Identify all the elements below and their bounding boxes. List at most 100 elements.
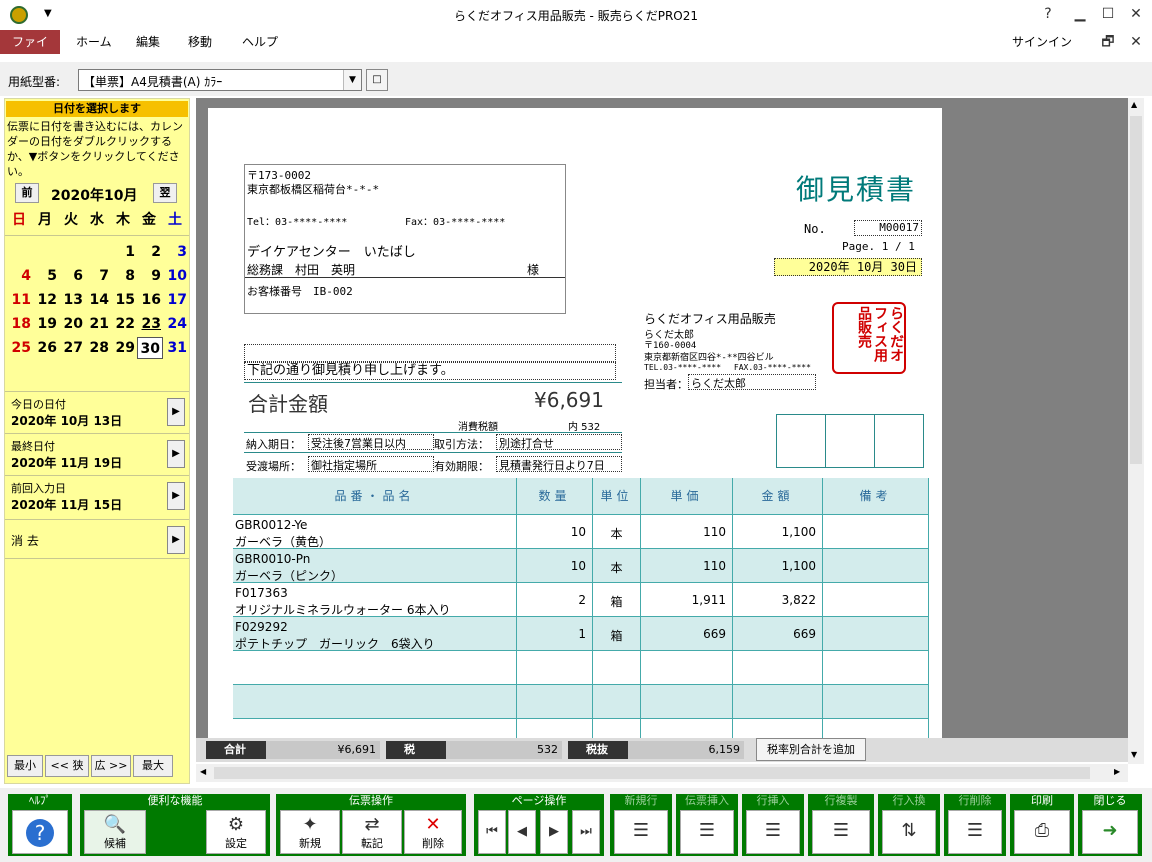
table-cell[interactable]: 1,911 [641, 583, 733, 617]
last-date-arrow-button[interactable]: ▶ [167, 440, 185, 468]
table-cell[interactable]: 2 [517, 583, 593, 617]
table-row[interactable]: F017363 オリジナルミネラルウォーター 6本入り 2 箱 1,911 3,822 [233, 582, 929, 617]
help-icon[interactable]: ? [1038, 4, 1058, 24]
table-cell[interactable] [823, 685, 929, 719]
table-cell[interactable]: GBR0010-Pn ガーベラ（ピンク） [233, 549, 517, 583]
close-icon[interactable]: ✕ [1126, 4, 1146, 24]
menu-home[interactable]: ホーム [64, 30, 124, 54]
table-cell[interactable] [823, 651, 929, 685]
calendar-day[interactable]: 14 [85, 289, 111, 311]
greeting-text[interactable]: 下記の通り御見積り申し上げます。 [244, 362, 616, 380]
doc-close-icon[interactable]: ✕ [1126, 32, 1146, 52]
table-row[interactable] [233, 684, 929, 719]
zoom-min-button[interactable]: 最小 [7, 755, 43, 777]
calendar-day[interactable]: 29 [111, 337, 137, 359]
new-row-button[interactable]: ☰ [614, 810, 668, 854]
copy-row-button[interactable]: ☰ [812, 810, 870, 854]
calendar-day[interactable]: 9 [137, 265, 163, 287]
form-select[interactable]: 【単票】A4見積書(A) ｶﾗｰ ▼ [78, 69, 362, 91]
vertical-scroll-thumb[interactable] [1130, 116, 1142, 464]
calendar-day[interactable]: 10 [163, 265, 189, 287]
calendar-day[interactable]: 19 [33, 313, 59, 335]
table-cell[interactable]: 110 [641, 515, 733, 549]
calendar-day[interactable]: 16 [137, 289, 163, 311]
delete-row-button[interactable]: ☰ [948, 810, 1002, 854]
table-row[interactable]: GBR0012-Ye ガーベラ（黄色） 10 本 110 1,100 [233, 514, 929, 549]
menu-move[interactable]: 移動 [176, 30, 224, 54]
candidate-button[interactable]: 🔍 候補 [84, 810, 146, 854]
horizontal-scrollbar[interactable]: ◀ ▶ [196, 764, 1128, 782]
next-month-button[interactable]: 翌 [153, 183, 177, 203]
calendar-day[interactable]: 7 [85, 265, 111, 287]
doc-date[interactable]: 2020年 10月 30日 [774, 258, 922, 276]
calendar-day[interactable]: 8 [111, 265, 137, 287]
last-page-button[interactable]: ⏭ [572, 810, 600, 854]
table-cell[interactable] [517, 651, 593, 685]
table-cell[interactable] [733, 651, 823, 685]
table-cell[interactable]: 1,100 [733, 515, 823, 549]
method-value[interactable]: 別途打合せ [496, 434, 622, 450]
zoom-narrow-button[interactable]: << 狭 [45, 755, 89, 777]
table-cell[interactable] [593, 685, 641, 719]
zoom-max-button[interactable]: 最大 [133, 755, 173, 777]
calendar-day[interactable]: 23 [137, 313, 163, 335]
table-cell[interactable] [823, 583, 929, 617]
scroll-up-icon[interactable]: ▲ [1131, 100, 1137, 109]
swap-row-button[interactable]: ⇅ [882, 810, 936, 854]
clear-arrow-button[interactable]: ▶ [167, 526, 185, 554]
maximize-icon[interactable]: ☐ [1098, 4, 1118, 24]
next-page-button[interactable]: ▶ [540, 810, 568, 854]
document-area[interactable]: 〒173-0002 東京都板橋区稲荷台*-*-* Tel：03-****-***… [196, 98, 1128, 762]
delete-slip-button[interactable]: ✕ 削除 [404, 810, 462, 854]
table-cell[interactable] [233, 651, 517, 685]
insert-row-button[interactable]: ☰ [746, 810, 800, 854]
calendar-day[interactable]: 15 [111, 289, 137, 311]
place-value[interactable]: 御社指定場所 [308, 456, 434, 472]
table-cell[interactable]: 110 [641, 549, 733, 583]
table-row[interactable] [233, 650, 929, 685]
table-cell[interactable]: 箱 [593, 583, 641, 617]
menu-edit[interactable]: 編集 [124, 30, 172, 54]
table-cell[interactable] [517, 685, 593, 719]
table-cell[interactable] [733, 685, 823, 719]
calendar-day[interactable]: 31 [163, 337, 189, 359]
calendar-day[interactable]: 2 [137, 241, 163, 263]
table-cell[interactable]: 箱 [593, 617, 641, 651]
calendar-day[interactable]: 27 [59, 337, 85, 359]
calendar-day[interactable]: 4 [7, 265, 33, 287]
calendar-day[interactable]: 17 [163, 289, 189, 311]
scroll-down-icon[interactable]: ▼ [1131, 750, 1137, 759]
calendar-day[interactable]: 26 [33, 337, 59, 359]
menu-help[interactable]: ヘルプ [230, 30, 290, 54]
table-cell[interactable]: GBR0012-Ye ガーベラ（黄色） [233, 515, 517, 549]
scroll-left-icon[interactable]: ◀ [200, 767, 206, 776]
table-cell[interactable] [823, 549, 929, 583]
greeting-blank[interactable] [244, 344, 616, 362]
table-cell[interactable]: 本 [593, 549, 641, 583]
table-cell[interactable]: 669 [733, 617, 823, 651]
print-button[interactable]: ⎙ [1014, 810, 1070, 854]
calendar-day[interactable]: 30 [137, 337, 163, 359]
table-cell[interactable] [823, 617, 929, 651]
calendar-day[interactable]: 24 [163, 313, 189, 335]
transfer-button[interactable]: ⇄ 転記 [342, 810, 402, 854]
table-cell[interactable] [593, 651, 641, 685]
form-side-button[interactable]: □ [366, 69, 388, 91]
insert-slip-button[interactable]: ☰ [680, 810, 734, 854]
table-cell[interactable] [641, 685, 733, 719]
table-row[interactable]: F029292 ポテトチップ ガーリック 6袋入り 1 箱 669 669 [233, 616, 929, 651]
table-cell[interactable]: F029292 ポテトチップ ガーリック 6袋入り [233, 617, 517, 651]
table-cell[interactable]: 3,822 [733, 583, 823, 617]
calendar-day[interactable]: 5 [33, 265, 59, 287]
calendar-day[interactable]: 25 [7, 337, 33, 359]
calendar-day[interactable]: 11 [7, 289, 33, 311]
restore-icon[interactable]: 🗗 [1098, 32, 1118, 52]
table-cell[interactable]: 1,100 [733, 549, 823, 583]
signin-link[interactable]: サインイン [1012, 33, 1072, 50]
delivery-value[interactable]: 受注後7営業日以内 [308, 434, 434, 450]
menu-file[interactable]: ファイル [0, 30, 60, 73]
calendar-day[interactable]: 21 [85, 313, 111, 335]
add-tax-total-button[interactable]: 税率別合計を追加 [756, 738, 866, 761]
calendar-day[interactable]: 3 [163, 241, 189, 263]
table-cell[interactable] [641, 651, 733, 685]
